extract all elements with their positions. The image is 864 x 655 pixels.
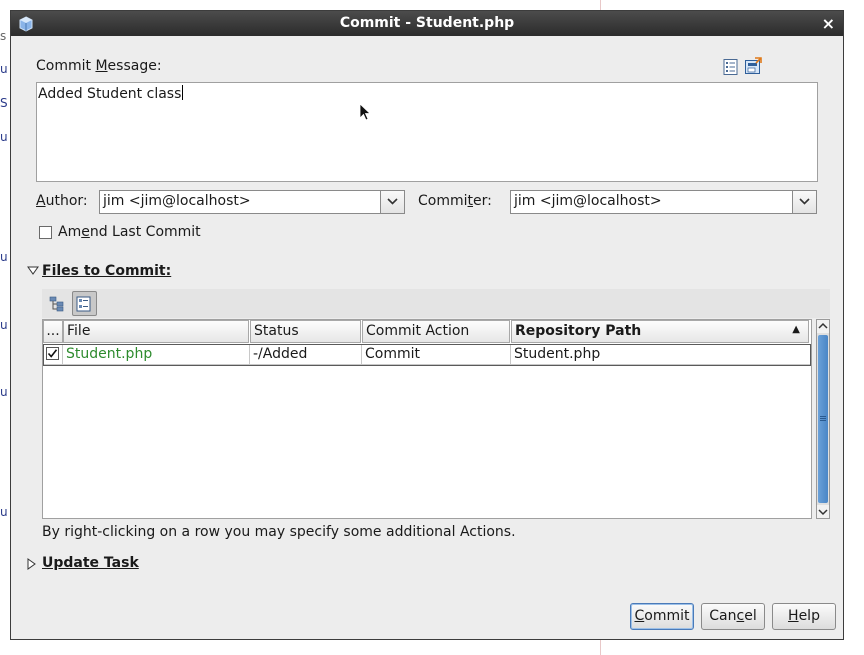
background-text-fragment: u <box>0 385 8 399</box>
author-label-post: uthor: <box>45 193 88 209</box>
author-label-mnemonic: A <box>36 193 46 209</box>
tree-view-icon <box>49 296 64 312</box>
column-header-repository-path-label: Repository Path <box>515 323 642 339</box>
author-value: jim <jim@localhost> <box>103 193 251 209</box>
flat-view-icon <box>76 296 91 312</box>
files-toolbar <box>42 289 830 318</box>
background-text-fragment: S <box>0 96 8 110</box>
committer-combobox[interactable]: jim <jim@localhost> <box>510 190 817 214</box>
cancel-button-pre: Can <box>709 608 737 624</box>
cancel-button-post: el <box>744 608 757 624</box>
background-text-fragment: s <box>0 29 7 43</box>
table-hint-text: By right-clicking on a row you may speci… <box>42 524 516 540</box>
commit-message-label-post: essage: <box>107 58 162 74</box>
commit-message-label: Commit Message: <box>36 58 162 74</box>
amend-label-mnemonic: e <box>81 224 90 240</box>
amend-label-pre: Am <box>58 224 82 240</box>
text-caret <box>182 85 184 100</box>
scrollbar-grip <box>820 416 826 417</box>
commit-button-mnemonic: C <box>634 608 645 624</box>
background-text-fragment: u <box>0 505 8 519</box>
scrollbar-grip <box>820 418 826 419</box>
chevron-down-icon <box>799 198 810 205</box>
file-name-cell[interactable]: Student.php <box>63 344 250 365</box>
committer-dropdown-button[interactable] <box>792 191 816 213</box>
author-label: Author: <box>36 193 88 209</box>
committer-value: jim <jim@localhost> <box>514 193 662 209</box>
commit-message-label-pre: Commit <box>36 58 96 74</box>
commit-button-post: ommit <box>644 608 690 624</box>
expand-triangle-icon[interactable] <box>27 266 39 276</box>
scroll-up-icon <box>818 322 828 329</box>
committer-label: Commiter: <box>418 193 492 209</box>
files-to-commit-header[interactable]: Files to Commit: <box>42 263 171 279</box>
recent-messages-icon[interactable] <box>744 57 762 75</box>
author-dropdown-button[interactable] <box>380 191 404 213</box>
dialog-titlebar[interactable]: Commit - Student.php × <box>11 11 843 36</box>
scrollbar-thumb[interactable] <box>818 335 828 503</box>
committer-label-pre: Commi <box>418 193 468 209</box>
close-icon[interactable]: × <box>822 14 835 33</box>
checkbox-icon[interactable] <box>46 347 59 360</box>
background-text-fragment: u <box>0 318 8 332</box>
column-header-status[interactable]: Status <box>250 320 361 343</box>
files-to-commit-title: Files to Commit: <box>42 263 172 279</box>
cancel-button[interactable]: Cancel <box>701 603 765 630</box>
background-text-fragment: u <box>0 130 8 144</box>
files-table-scrollbar[interactable] <box>816 319 830 519</box>
commit-action-cell[interactable]: Commit <box>362 344 511 365</box>
status-cell[interactable]: -/Added <box>250 344 362 365</box>
help-button-post: elp <box>798 608 820 624</box>
scroll-down-icon <box>818 509 828 516</box>
column-header-repository-path[interactable]: Repository Path ▲ <box>511 320 809 343</box>
amend-label-post: nd Last Commit <box>89 224 201 240</box>
column-header-file[interactable]: File <box>63 320 249 343</box>
commit-message-input[interactable]: Added Student class <box>36 82 818 182</box>
commit-message-text: Added Student class <box>38 86 182 102</box>
committer-label-post: er: <box>473 193 492 209</box>
collapse-triangle-icon[interactable] <box>27 558 37 570</box>
template-icon[interactable] <box>722 58 740 76</box>
tree-view-button[interactable] <box>45 291 70 316</box>
scrollbar-grip <box>820 420 826 421</box>
amend-checkbox[interactable] <box>39 226 52 239</box>
scroll-down-button[interactable] <box>817 505 829 518</box>
help-button[interactable]: Help <box>772 603 836 630</box>
background-text-fragment: u <box>0 250 8 264</box>
flat-view-button[interactable] <box>72 291 97 316</box>
mouse-cursor-icon <box>359 103 371 121</box>
update-task-header[interactable]: Update Task <box>42 555 139 571</box>
column-header-select[interactable]: ... <box>43 320 63 343</box>
author-combobox[interactable]: jim <jim@localhost> <box>99 190 405 214</box>
commit-dialog: Commit - Student.php × Commit Message: A… <box>10 10 844 640</box>
files-table[interactable]: ... File Status Commit Action Repository… <box>42 319 812 519</box>
dialog-title: Commit - Student.php <box>339 15 515 31</box>
repository-path-cell[interactable]: Student.php <box>511 344 811 365</box>
commit-message-label-mnemonic: M <box>95 58 108 74</box>
row-select-cell[interactable] <box>43 344 63 365</box>
chevron-down-icon <box>387 198 398 205</box>
scroll-up-button[interactable] <box>817 320 829 333</box>
amend-label[interactable]: Amend Last Commit <box>58 224 201 240</box>
column-header-commit-action[interactable]: Commit Action <box>362 320 510 343</box>
help-button-mnemonic: H <box>788 608 799 624</box>
background-text-fragment: u <box>0 62 8 76</box>
update-task-title: Update Task <box>42 555 139 571</box>
commit-button[interactable]: Commit <box>630 603 694 630</box>
sort-ascending-icon: ▲ <box>792 324 800 335</box>
